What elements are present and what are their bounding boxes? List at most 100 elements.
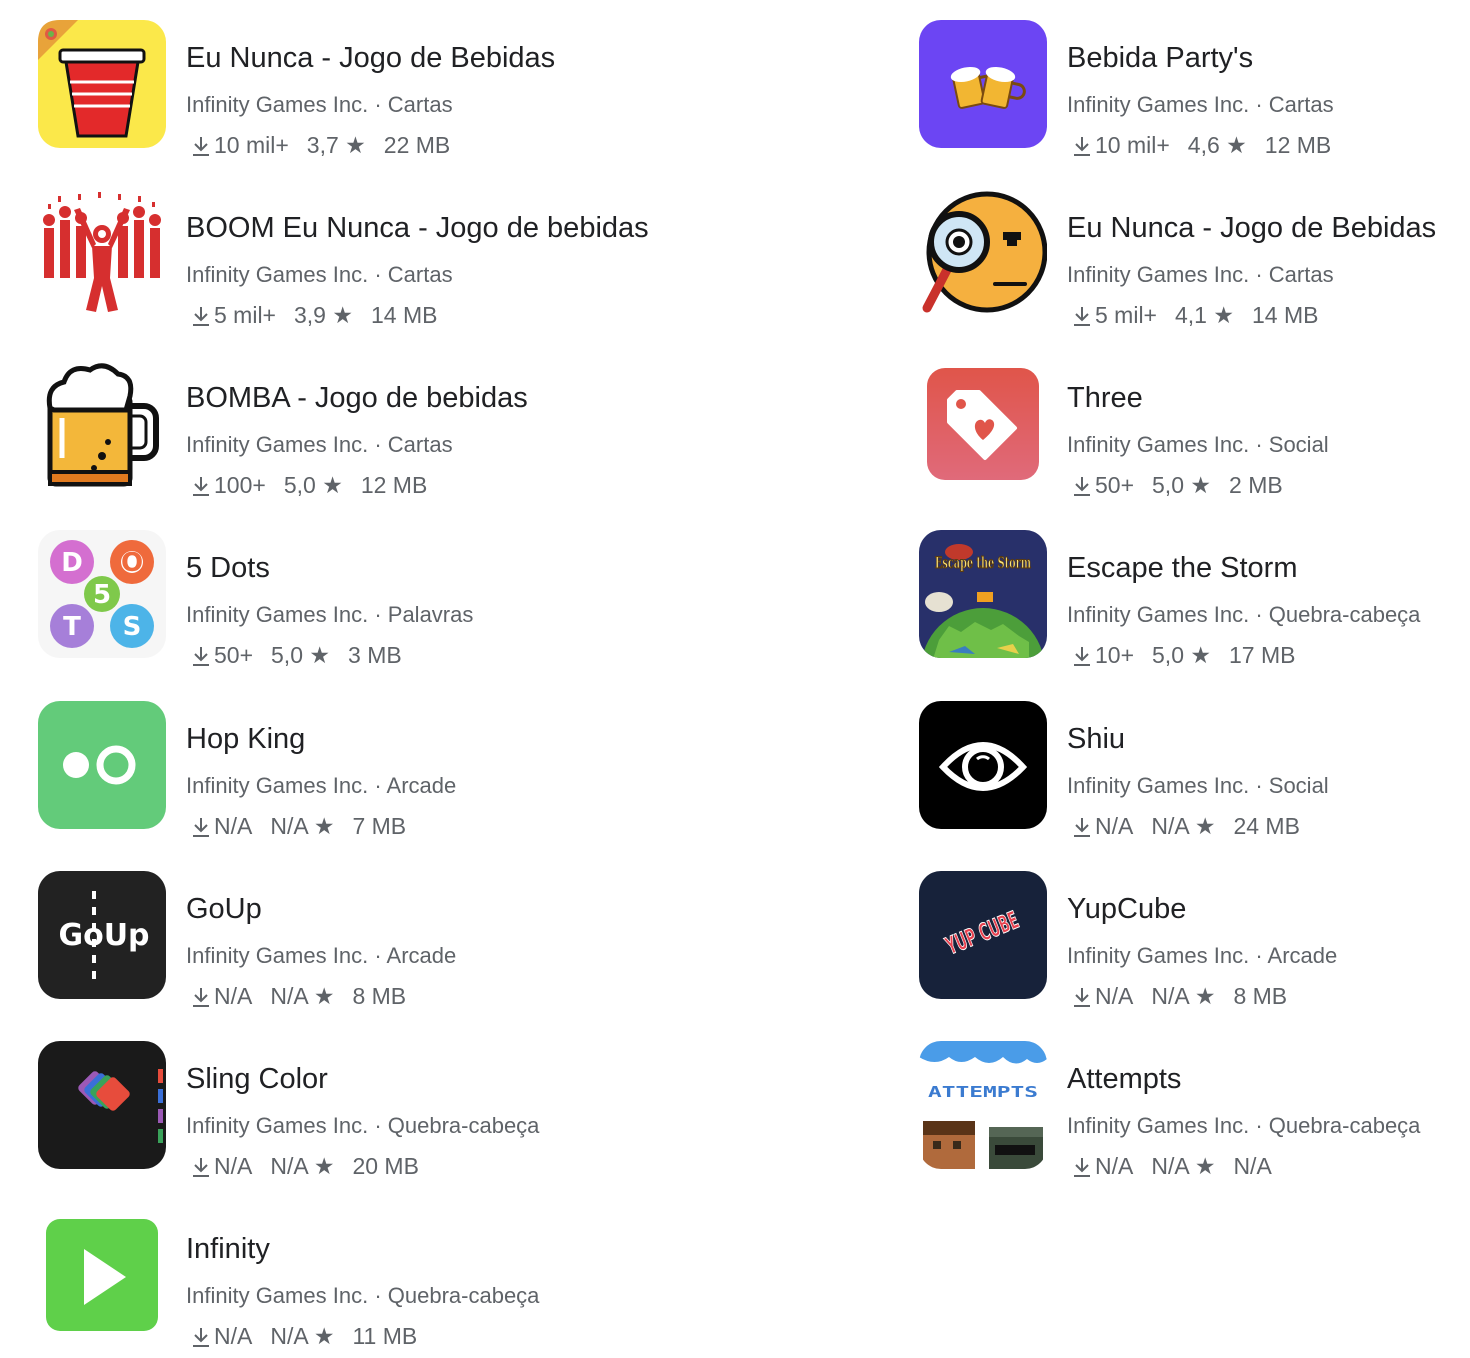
rating-value: 5,0 (1152, 642, 1184, 668)
developer-name: Infinity Games Inc. (186, 943, 369, 968)
app-card-infinity[interactable]: Infinity Infinity Games Inc. · Quebra-ca… (38, 1211, 598, 1348)
rating-value: 3,7 (306, 132, 339, 158)
app-card-attempts[interactable]: ATTEMPTS Attempts Infinity Games Inc. · … (919, 1041, 1470, 1178)
star-icon: ★ (1190, 472, 1212, 498)
rating: 5,0 ★ (271, 644, 330, 667)
rating-value: 5,0 (271, 642, 303, 668)
party-crowd-icon (38, 190, 166, 318)
red-cup-icon (38, 20, 166, 148)
icon-title-text: ATTEMPTS (928, 1083, 1038, 1101)
app-card-hop-king[interactable]: Hop King Infinity Games Inc. · Arcade N/… (38, 701, 598, 838)
app-card-eu-nunca-1[interactable]: Eu Nunca - Jogo de Bebidas Infinity Game… (38, 20, 598, 157)
app-size: 24 MB (1233, 813, 1300, 839)
separator: · (1255, 773, 1263, 798)
app-title: Bebida Party's (1067, 42, 1254, 74)
app-card-boom-eu-nunca[interactable]: BOOM Eu Nunca - Jogo de bebidas Infinity… (38, 190, 649, 327)
downloads-count: N/A (1095, 983, 1134, 1009)
downloads: N/A (192, 1155, 252, 1178)
download-icon (193, 306, 209, 326)
app-subtitle: Infinity Games Inc. · Palavras (186, 604, 473, 626)
rating-value: N/A (1151, 813, 1189, 839)
category: Social (1268, 773, 1329, 798)
letter-dots-icon: D O 5 T S (38, 530, 166, 658)
downloads-count: 100+ (214, 472, 266, 498)
app-card-escape-the-storm[interactable]: Escape the Storm Escape the Storm Infini… (919, 530, 1470, 667)
app-meta: 50+ 5,0 ★ 3 MB (192, 644, 402, 667)
rating: N/A ★ (270, 985, 334, 1008)
category: Cartas (387, 92, 453, 117)
app-subtitle: Infinity Games Inc. · Social (1067, 775, 1329, 797)
separator: · (374, 602, 382, 627)
star-icon: ★ (322, 472, 343, 498)
downloads: N/A (1073, 815, 1133, 838)
magnifier-face-icon (919, 190, 1047, 318)
app-meta: 10 mil+ 3,7 ★ 22 MB (192, 134, 450, 157)
app-title: Hop King (186, 723, 306, 755)
rating-value: 5,0 (283, 472, 316, 498)
star-icon: ★ (313, 1323, 335, 1349)
download-icon (1074, 136, 1090, 156)
color-cards-icon (38, 1041, 166, 1169)
category: Cartas (387, 432, 453, 457)
separator: · (374, 1113, 382, 1138)
rating-value: N/A (1151, 1153, 1189, 1179)
goup-logo-icon: GoUp (38, 871, 166, 999)
dot-letter-d: D (61, 548, 83, 578)
app-card-yupcube[interactable]: YUP CUBE YupCube Infinity Games Inc. · A… (919, 871, 1470, 1008)
app-meta: N/A N/A ★ 7 MB (192, 815, 406, 838)
rating-value: N/A (270, 1323, 308, 1349)
app-title: Eu Nunca - Jogo de Bebidas (186, 42, 556, 74)
separator: · (1255, 943, 1263, 968)
rating-value: 5,0 (1152, 472, 1184, 498)
pixel-characters-icon: ATTEMPTS (919, 1041, 1047, 1169)
app-card-eu-nunca-2[interactable]: Eu Nunca - Jogo de Bebidas Infinity Game… (919, 190, 1470, 327)
developer-name: Infinity Games Inc. (186, 773, 369, 798)
category: Arcade (386, 943, 457, 968)
app-meta: N/A N/A ★ 8 MB (1073, 985, 1287, 1008)
separator: · (374, 943, 382, 968)
app-meta: N/A N/A ★ N/A (1073, 1155, 1272, 1178)
app-title: Sling Color (186, 1063, 328, 1095)
rating: 4,6 ★ (1188, 134, 1247, 157)
eye-icon (919, 701, 1047, 829)
download-icon (1074, 987, 1090, 1007)
download-icon (193, 136, 209, 156)
separator: · (374, 432, 382, 457)
star-icon: ★ (313, 813, 335, 839)
rating-value: N/A (1151, 983, 1189, 1009)
rating: N/A ★ (1151, 985, 1215, 1008)
star-icon: ★ (1194, 983, 1216, 1009)
app-size: 2 MB (1229, 472, 1283, 498)
app-card-sling-color[interactable]: Sling Color Infinity Games Inc. · Quebra… (38, 1041, 598, 1178)
separator: · (1255, 602, 1263, 627)
developer-name: Infinity Games Inc. (186, 262, 369, 287)
rating: 5,0 ★ (1152, 474, 1211, 497)
dot-letter-5: 5 (93, 580, 111, 610)
rating-value: N/A (270, 1153, 308, 1179)
app-card-shiu[interactable]: Shiu Infinity Games Inc. · Social N/A N/… (919, 701, 1470, 838)
app-size: 8 MB (352, 983, 407, 1009)
dot-letter-t: T (63, 612, 81, 642)
category: Cartas (387, 262, 453, 287)
app-meta: 10 mil+ 4,6 ★ 12 MB (1073, 134, 1331, 157)
separator: · (374, 773, 382, 798)
star-icon: ★ (1194, 1153, 1216, 1179)
downloads-count: N/A (214, 1153, 253, 1179)
app-card-5-dots[interactable]: D O 5 T S 5 Dots Infinity Games Inc. · P… (38, 530, 598, 667)
downloads: 50+ (192, 644, 253, 667)
app-meta: 5 mil+ 3,9 ★ 14 MB (192, 304, 437, 327)
download-icon (193, 476, 209, 496)
app-title: Eu Nunca - Jogo de Bebidas (1067, 212, 1437, 244)
separator: · (1255, 92, 1263, 117)
app-size: 14 MB (1252, 302, 1319, 328)
downloads-count: 5 mil+ (1095, 302, 1157, 328)
developer-name: Infinity Games Inc. (186, 432, 369, 457)
app-card-bomba[interactable]: BOMBA - Jogo de bebidas Infinity Games I… (38, 360, 598, 497)
app-card-goup[interactable]: GoUp GoUp Infinity Games Inc. · Arcade N… (38, 871, 598, 1008)
icon-logo-text: GoUp (58, 918, 149, 953)
downloads: 10+ (1073, 644, 1134, 667)
app-card-three[interactable]: Three Infinity Games Inc. · Social 50+ 5… (919, 360, 1470, 497)
star-icon: ★ (313, 1153, 335, 1179)
app-card-bebida-partys[interactable]: Bebida Party's Infinity Games Inc. · Car… (919, 20, 1470, 157)
download-icon (193, 1327, 209, 1347)
